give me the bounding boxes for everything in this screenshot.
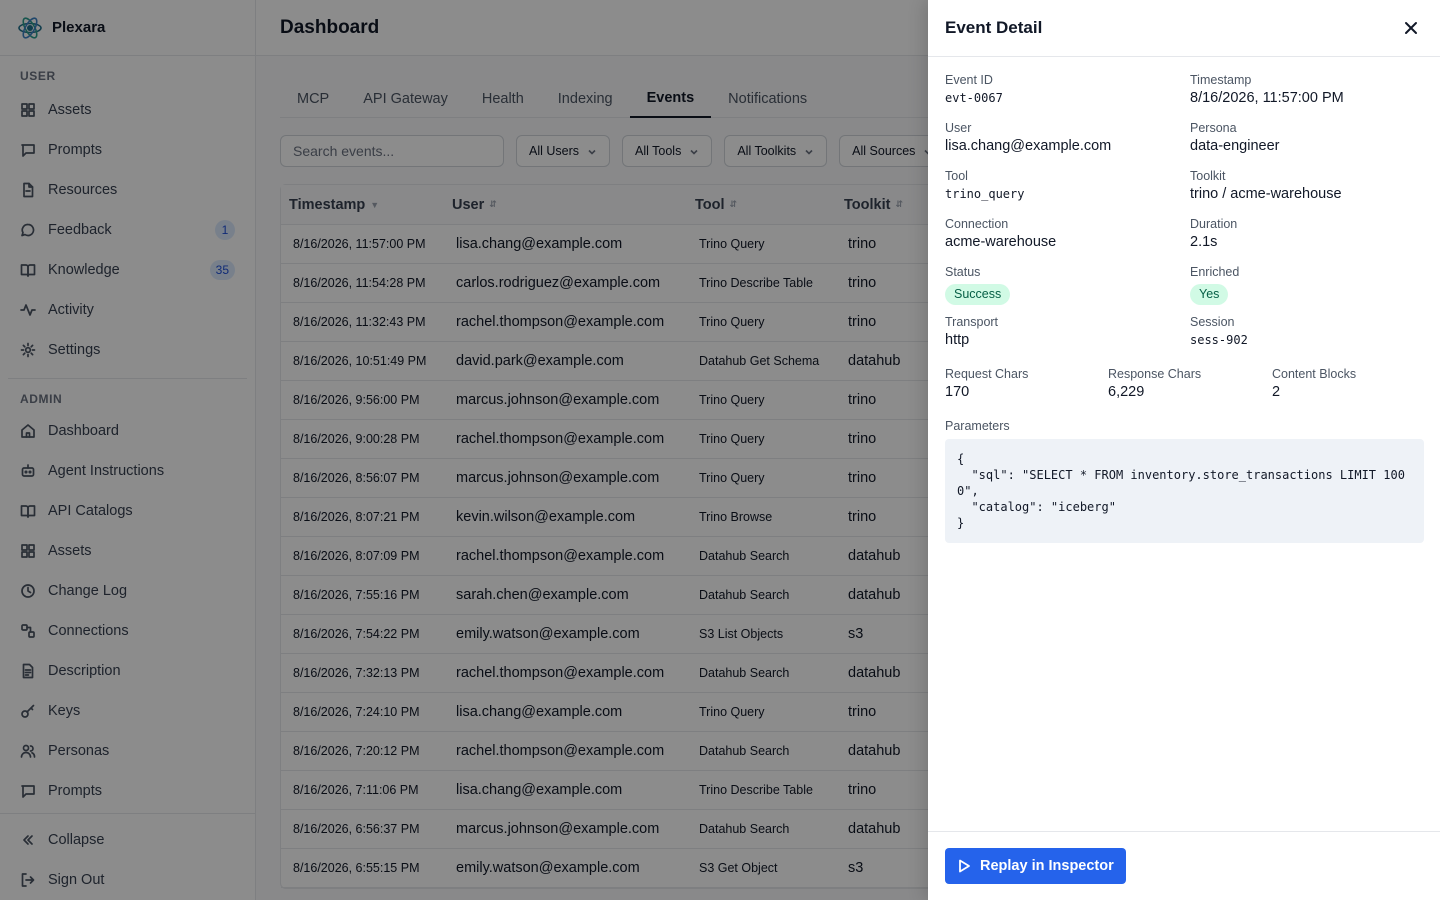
field-response-chars: Response Chars 6,229	[1108, 367, 1201, 400]
field-transport: Transport http	[945, 315, 998, 348]
field-label: Session	[1190, 315, 1235, 329]
field-label: Parameters	[945, 419, 1010, 433]
field-toolkit: Toolkit trino / acme-warehouse	[1190, 169, 1342, 202]
field-user: User lisa.chang@example.com	[945, 121, 1111, 154]
field-label: User	[945, 121, 972, 135]
field-request-chars: Request Chars 170	[945, 367, 1028, 400]
close-icon	[1405, 22, 1417, 34]
field-label: Transport	[945, 315, 999, 329]
parameters-code-block: { "sql": "SELECT * FROM inventory.store_…	[945, 439, 1424, 543]
field-value: acme-warehouse	[945, 234, 1057, 250]
field-label: Connection	[945, 217, 1009, 231]
field-event-id: Event ID evt-0067	[945, 73, 1003, 105]
field-label: Request Chars	[945, 367, 1029, 381]
drawer-header: Event Detail	[928, 0, 1440, 57]
field-label: Event ID	[945, 73, 993, 87]
field-label: Tool	[945, 169, 968, 183]
field-timestamp: Timestamp 8/16/2026, 11:57:00 PM	[1190, 73, 1344, 106]
field-value: 8/16/2026, 11:57:00 PM	[1190, 90, 1344, 106]
replay-in-inspector-button[interactable]: Replay in Inspector	[945, 848, 1126, 884]
field-parameters: Parameters	[945, 419, 1010, 435]
field-label: Toolkit	[1190, 169, 1226, 183]
event-detail-drawer: Event Detail Event ID evt-0067 Timestamp…	[928, 0, 1440, 900]
replay-button-label: Replay in Inspector	[980, 858, 1114, 874]
field-value: 2	[1272, 384, 1281, 400]
drawer-title: Event Detail	[945, 18, 1043, 37]
close-button[interactable]	[1402, 19, 1420, 37]
field-connection: Connection acme-warehouse	[945, 217, 1056, 250]
status-badge: Success	[945, 284, 1011, 305]
field-session: Session sess-902	[1190, 315, 1248, 347]
field-value: 6,229	[1108, 384, 1145, 400]
play-icon	[959, 859, 970, 873]
field-value: lisa.chang@example.com	[945, 138, 1112, 154]
field-enriched: Enriched Yes	[1190, 265, 1239, 305]
field-label: Timestamp	[1190, 73, 1252, 87]
field-value: evt-0067	[945, 91, 1003, 105]
field-duration: Duration 2.1s	[1190, 217, 1237, 250]
field-tool: Tool trino_query	[945, 169, 1024, 201]
field-content-blocks: Content Blocks 2	[1272, 367, 1356, 400]
field-label: Enriched	[1190, 265, 1240, 279]
field-value: sess-902	[1190, 333, 1248, 347]
field-value: trino_query	[945, 187, 1025, 201]
enriched-badge: Yes	[1190, 284, 1229, 305]
field-label: Duration	[1190, 217, 1238, 231]
field-status: Status Success	[945, 265, 1011, 305]
drawer-footer: Replay in Inspector	[928, 831, 1440, 900]
field-value: 170	[945, 384, 970, 400]
field-value: data-engineer	[1190, 138, 1280, 154]
field-value: trino / acme-warehouse	[1190, 186, 1342, 202]
field-value: http	[945, 332, 970, 348]
field-value: 2.1s	[1190, 234, 1218, 250]
field-persona: Persona data-engineer	[1190, 121, 1280, 154]
field-label: Response Chars	[1108, 367, 1202, 381]
field-label: Content Blocks	[1272, 367, 1357, 381]
field-label: Persona	[1190, 121, 1237, 135]
field-label: Status	[945, 265, 981, 279]
